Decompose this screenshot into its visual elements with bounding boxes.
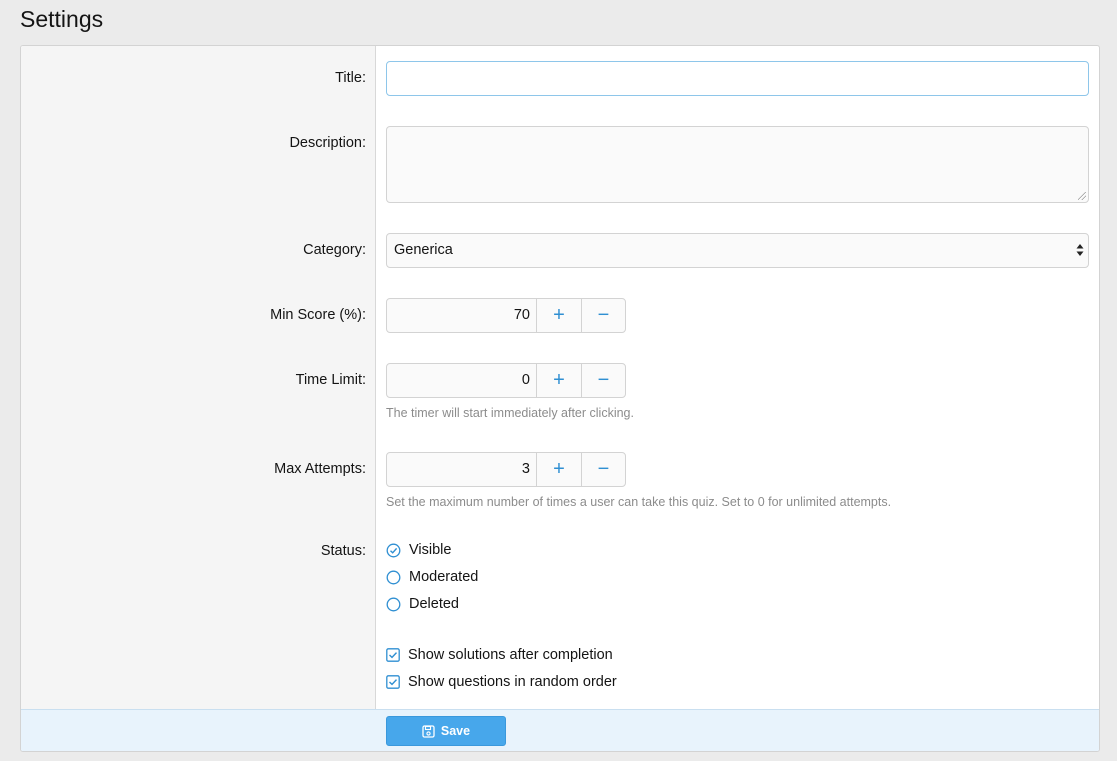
random-order-checkbox[interactable]: Show questions in random order — [386, 674, 617, 690]
radio-unchecked-icon[interactable] — [386, 570, 401, 585]
status-option-label: Deleted — [409, 596, 459, 612]
time-limit-input[interactable]: 0 — [387, 364, 537, 397]
title-label: Title: — [335, 70, 366, 86]
min-score-input[interactable]: 70 — [387, 299, 537, 332]
show-solutions-checkbox[interactable]: Show solutions after completion — [386, 647, 613, 663]
status-label: Status: — [320, 543, 366, 559]
title-input[interactable] — [386, 61, 1089, 96]
time-limit-stepper: 0 + − — [386, 363, 626, 398]
save-button-label: Save — [440, 724, 471, 738]
min-score-stepper: 70 + − — [386, 298, 626, 333]
select-arrows-icon — [1076, 244, 1084, 256]
plus-icon: + — [553, 369, 565, 391]
radio-unchecked-icon[interactable] — [386, 597, 401, 612]
max-attempts-input[interactable]: 3 — [387, 453, 537, 486]
category-label: Category: — [303, 242, 366, 258]
checkbox-checked-icon[interactable] — [386, 675, 400, 689]
status-option-moderated[interactable]: Moderated — [386, 569, 478, 585]
time-limit-label: Time Limit: — [295, 372, 366, 388]
form-footer: Save — [21, 709, 1099, 751]
checkbox-label: Show solutions after completion — [408, 647, 613, 663]
minus-icon: − — [597, 458, 610, 480]
description-label: Description: — [289, 135, 366, 151]
plus-icon: + — [553, 304, 565, 326]
status-option-visible[interactable]: Visible — [386, 542, 451, 558]
time-limit-hint: The timer will start immediately after c… — [386, 406, 634, 420]
max-attempts-label: Max Attempts: — [274, 461, 366, 477]
plus-icon: + — [553, 458, 565, 480]
resize-handle-icon[interactable] — [1078, 192, 1086, 200]
max-attempts-hint: Set the maximum number of times a user c… — [386, 495, 892, 509]
settings-panel: Title: Description: Category: Generica M… — [20, 45, 1100, 752]
checkbox-checked-icon[interactable] — [386, 648, 400, 662]
description-textarea[interactable] — [386, 126, 1089, 203]
time-limit-decrement-button[interactable]: − — [581, 364, 625, 397]
max-attempts-stepper: 3 + − — [386, 452, 626, 487]
minus-icon: − — [597, 369, 610, 391]
min-score-label: Min Score (%): — [270, 307, 366, 323]
floppy-disk-icon — [422, 724, 435, 738]
category-selected-value: Generica — [394, 242, 453, 258]
max-attempts-increment-button[interactable]: + — [537, 453, 581, 486]
time-limit-increment-button[interactable]: + — [537, 364, 581, 397]
min-score-increment-button[interactable]: + — [537, 299, 581, 332]
status-option-label: Visible — [409, 542, 452, 558]
status-option-label: Moderated — [409, 569, 479, 585]
minus-icon: − — [597, 304, 610, 326]
category-select[interactable]: Generica — [386, 233, 1089, 268]
page-title: Settings — [20, 6, 104, 32]
save-button[interactable]: Save — [386, 716, 506, 746]
radio-checked-icon[interactable] — [386, 543, 401, 558]
status-option-deleted[interactable]: Deleted — [386, 596, 459, 612]
max-attempts-decrement-button[interactable]: − — [581, 453, 625, 486]
checkbox-label: Show questions in random order — [408, 674, 617, 690]
min-score-decrement-button[interactable]: − — [581, 299, 625, 332]
